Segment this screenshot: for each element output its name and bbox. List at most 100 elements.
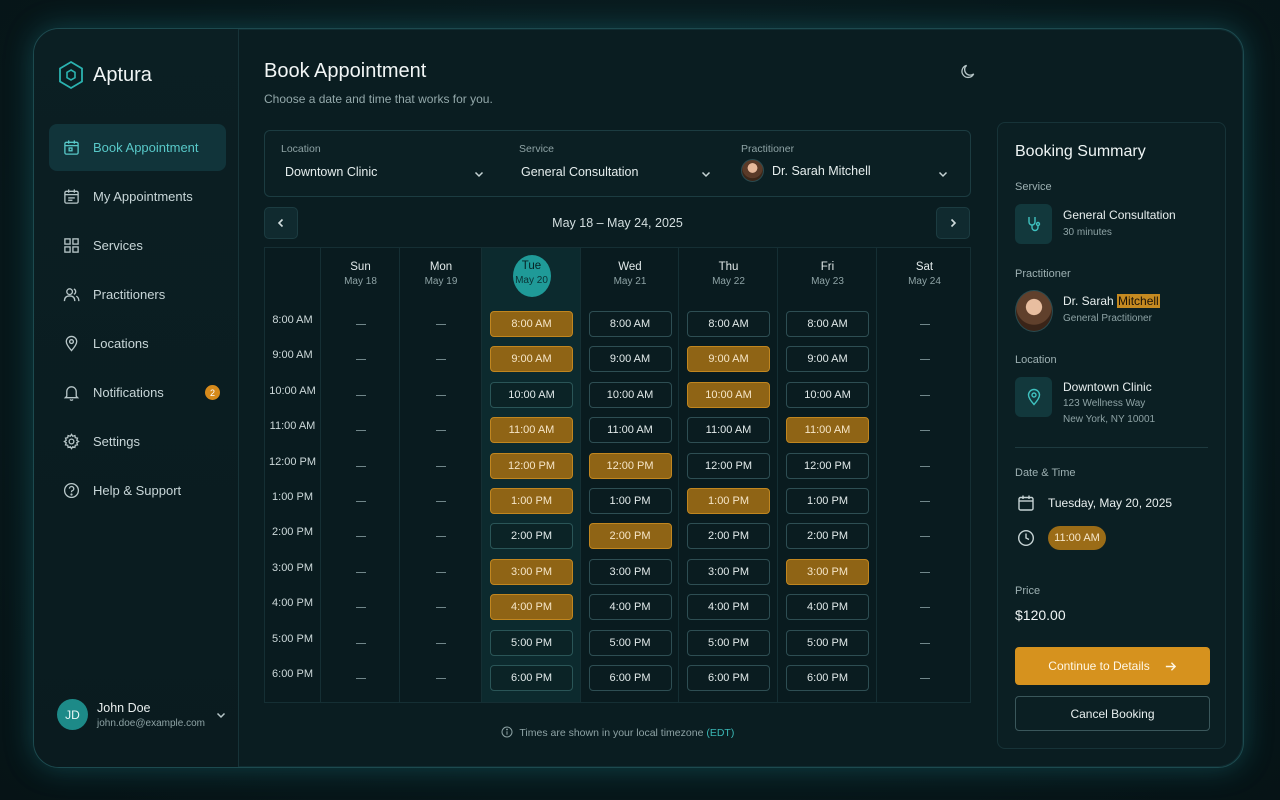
available-time-slot[interactable]: 2:00 PM [786,523,869,550]
sidebar-item-book-appointment[interactable]: Book Appointment [49,124,226,171]
available-time-slot[interactable]: 6:00 PM [786,665,869,691]
chevron-down-icon[interactable] [215,709,227,721]
sidebar-item-locations[interactable]: Locations [49,320,226,367]
available-time-slot[interactable]: 6:00 PM [687,665,770,691]
user-menu[interactable]: JD John Doe john.doe@example.com [57,699,227,730]
price-section-label: Price [1015,585,1041,597]
day-date: May 19 [424,276,458,287]
booked-time-slot[interactable]: 3:00 PM [786,558,869,585]
available-time-slot[interactable]: 8:00 AM [687,311,770,337]
unavailable-slot-dash [436,571,446,573]
booked-time-slot[interactable]: 3:00 PM [490,558,573,585]
sidebar-item-label: Practitioners [93,287,166,302]
day-name: Fri [820,261,835,273]
available-time-slot[interactable]: 4:00 PM [588,594,672,621]
chevron-down-icon[interactable] [700,168,712,180]
page-subtitle: Choose a date and time that works for yo… [264,92,493,106]
day-header-tue[interactable]: Tue May 20 [482,248,581,306]
booked-time-slot[interactable]: 1:00 PM [687,488,770,514]
booked-time-slot[interactable]: 1:00 PM [490,488,573,514]
available-time-slot[interactable]: 9:00 AM [786,346,869,373]
sidebar-item-settings[interactable]: Settings [49,418,226,465]
time-label: 10:00 AM [269,384,316,397]
day-header-wed[interactable]: Wed May 21 [581,248,679,306]
available-time-slot[interactable]: 2:00 PM [490,523,573,550]
booked-time-slot[interactable]: 8:00 AM [490,311,573,337]
next-week-button[interactable] [936,207,970,239]
app-window: Aptura Book Appointment My Appointments … [33,28,1244,768]
booked-time-slot[interactable]: 4:00 PM [490,594,573,621]
available-time-slot[interactable]: 12:00 PM [786,452,869,479]
service-select[interactable]: Service General Consultation [519,143,719,179]
continue-to-details-button[interactable]: Continue to Details [1015,647,1210,685]
available-time-slot[interactable]: 5:00 PM [687,629,770,656]
available-time-slot[interactable]: 8:00 AM [786,311,869,337]
available-time-slot[interactable]: 5:00 PM [490,629,573,656]
day-name: Mon [429,261,453,273]
summary-location-address1: 123 Wellness Way [1063,398,1146,409]
sidebar-item-my-appointments[interactable]: My Appointments [49,173,226,220]
available-time-slot[interactable]: 9:00 AM [588,346,672,373]
available-time-slot[interactable]: 12:00 PM [687,452,770,479]
available-time-slot[interactable]: 5:00 PM [786,629,869,656]
available-time-slot[interactable]: 8:00 AM [588,311,672,337]
unavailable-slot-dash [355,430,366,432]
unavailable-slot-dash [355,571,366,573]
booked-time-slot[interactable]: 9:00 AM [490,346,573,373]
unavailable-slot-dash [436,678,446,679]
available-time-slot[interactable]: 6:00 PM [588,665,672,691]
sidebar-item-practitioners[interactable]: Practitioners [49,271,226,318]
practitioner-select[interactable]: Practitioner Dr. Sarah Mitchell [741,143,951,182]
available-time-slot[interactable]: 1:00 PM [786,488,869,514]
available-time-slot[interactable]: 5:00 PM [588,629,672,656]
booked-time-slot[interactable]: 11:00 AM [490,417,573,444]
day-header-thu[interactable]: Thu May 22 [679,248,778,306]
available-time-slot[interactable]: 1:00 PM [588,488,672,514]
day-header-mon[interactable]: Mon May 19 [400,248,482,306]
available-time-slot[interactable]: 6:00 PM [490,665,573,691]
booked-time-slot[interactable]: 9:00 AM [687,346,770,373]
available-time-slot[interactable]: 10:00 AM [786,381,869,408]
unavailable-slot-dash [355,324,366,325]
summary-date: Tuesday, May 20, 2025 [1048,496,1173,510]
available-time-slot[interactable]: 11:00 AM [588,417,672,444]
available-time-slot[interactable]: 11:00 AM [687,417,770,444]
timezone-abbrev: (EDT) [706,727,735,739]
booked-time-slot[interactable]: 10:00 AM [687,381,770,408]
available-time-slot[interactable]: 10:00 AM [490,381,573,408]
moon-icon[interactable] [960,63,977,80]
booked-time-slot[interactable]: 12:00 PM [588,452,672,479]
available-time-slot[interactable]: 3:00 PM [588,558,672,585]
column-divider [481,248,482,702]
booked-time-slot[interactable]: 12:00 PM [490,452,573,479]
day-header-sat[interactable]: Sat May 24 [877,248,972,306]
practitioner-avatar [741,159,764,182]
cancel-booking-button[interactable]: Cancel Booking [1015,696,1210,731]
sidebar-item-services[interactable]: Services [49,222,226,269]
sidebar-item-notifications[interactable]: Notifications 2 [49,369,226,416]
day-header-sun[interactable]: Sun May 18 [321,248,400,306]
bell-icon [63,384,80,401]
sidebar-nav: Book Appointment My Appointments Service… [49,124,226,516]
booked-time-slot[interactable]: 11:00 AM [786,417,869,444]
sidebar-item-label: Help & Support [93,483,182,498]
day-header-fri[interactable]: Fri May 23 [778,248,877,306]
sidebar: Aptura Book Appointment My Appointments … [34,29,239,767]
day-date: May 23 [811,276,844,287]
unavailable-slot-dash [919,324,930,325]
brand[interactable]: Aptura [58,60,152,90]
available-time-slot[interactable]: 4:00 PM [687,594,770,621]
chevron-down-icon[interactable] [473,168,485,180]
location-select[interactable]: Location Downtown Clinic [281,143,501,179]
sidebar-item-label: My Appointments [93,189,193,204]
available-time-slot[interactable]: 4:00 PM [786,594,869,621]
chevron-down-icon[interactable] [937,168,949,180]
time-label: 11:00 AM [269,420,316,433]
available-time-slot[interactable]: 3:00 PM [687,558,770,585]
available-time-slot[interactable]: 10:00 AM [588,381,672,408]
location-label: Location [281,143,321,155]
logo-icon [59,60,83,90]
sidebar-item-help-support[interactable]: Help & Support [49,467,226,514]
available-time-slot[interactable]: 2:00 PM [687,523,770,550]
booked-time-slot[interactable]: 2:00 PM [588,523,672,550]
